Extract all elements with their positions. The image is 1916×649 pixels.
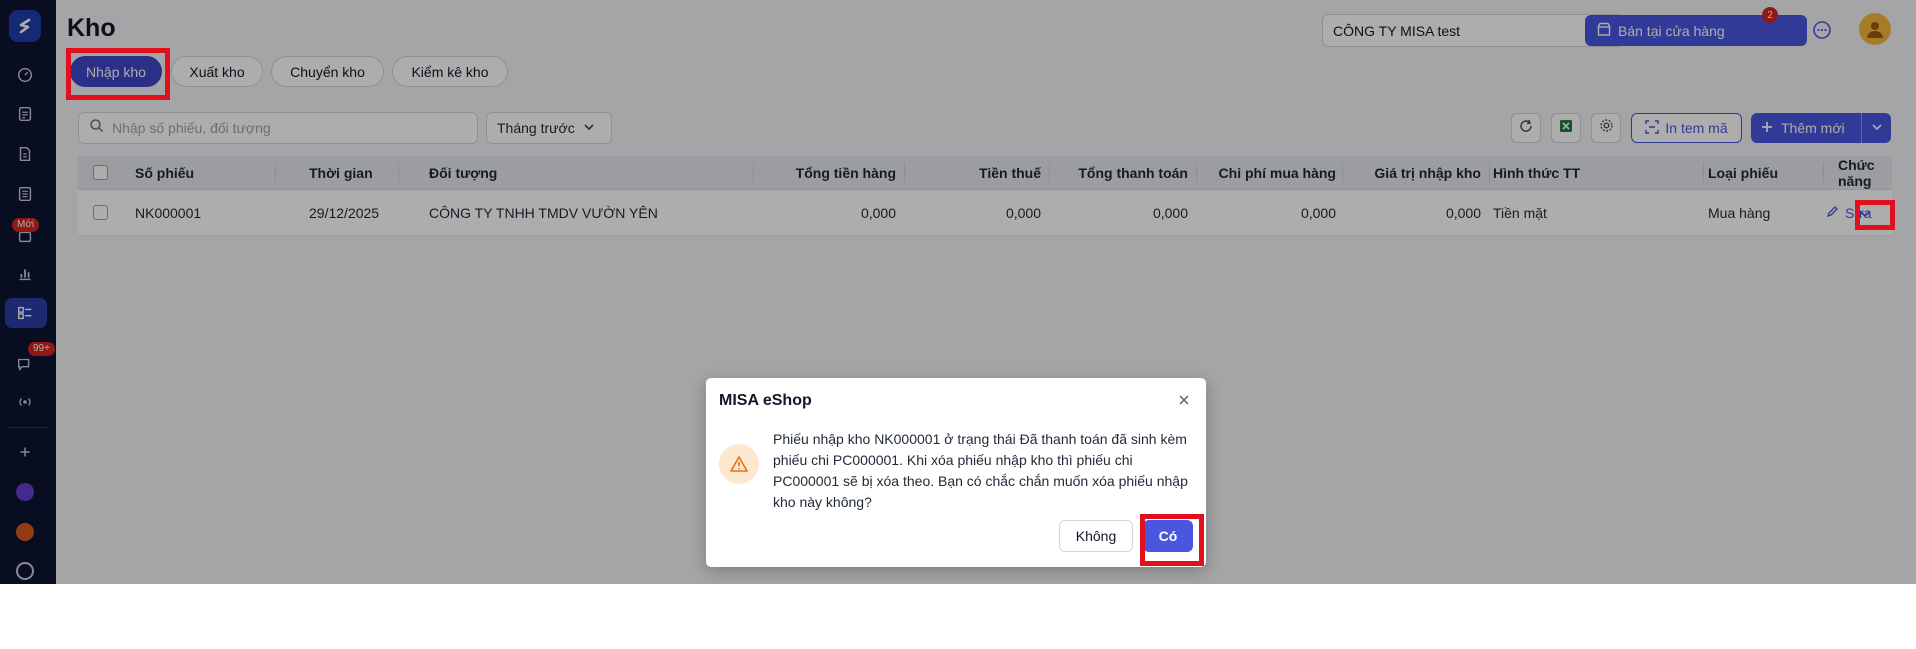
warning-icon (719, 444, 759, 484)
confirm-delete-dialog: MISA eShop Phiếu nhập kho NK000001 ở trạ… (706, 378, 1206, 567)
app-window: Mới 99+ Kho CÔNG TY MISA test Bán tại cử… (0, 0, 1916, 584)
no-button[interactable]: Không (1059, 520, 1133, 552)
dialog-title: MISA eShop (719, 392, 812, 409)
yes-button[interactable]: Có (1143, 520, 1193, 552)
dialog-message: Phiếu nhập kho NK000001 ở trạng thái Đã … (773, 431, 1188, 510)
close-icon[interactable] (1176, 392, 1192, 408)
